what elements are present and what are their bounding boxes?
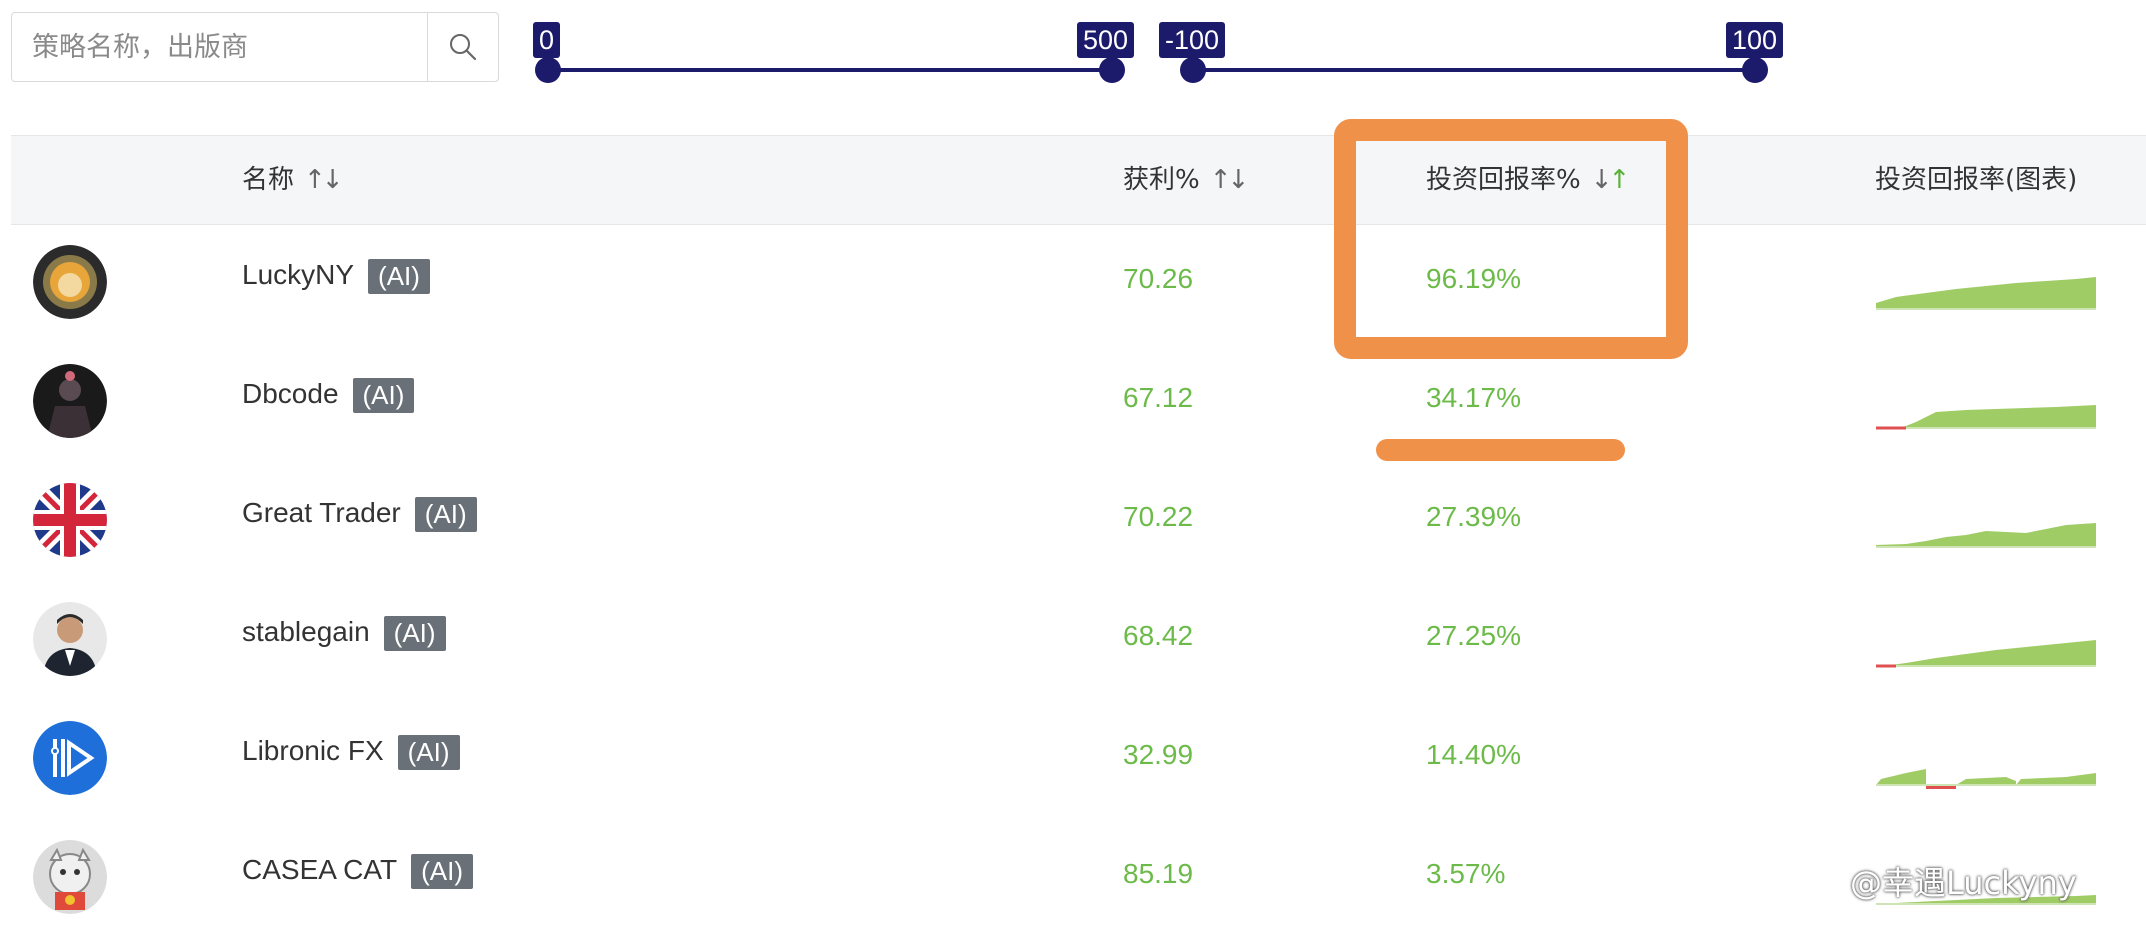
strategy-name[interactable]: Great Trader (AI) — [242, 497, 477, 533]
search-input[interactable] — [12, 13, 427, 81]
roi-value: 3.57% — [1426, 858, 1506, 889]
ai-badge: (AI) — [411, 854, 473, 890]
slider-min-label: -100 — [1159, 22, 1226, 58]
watermark-text: @幸遇Luckyny — [1850, 864, 2077, 902]
col-name[interactable]: 名称 ↑↓ — [242, 136, 344, 224]
roi-sparkline — [1876, 405, 2096, 430]
avatar — [33, 245, 107, 319]
table-header: 名称 ↑↓ 获利% ↑↓ 投资回报率% ↓↑ 投资回报率(图表) — [11, 135, 2146, 225]
roi-value: 27.25% — [1426, 620, 1521, 651]
ai-badge: (AI) — [352, 378, 415, 414]
col-roi[interactable]: 投资回报率% ↓↑ — [1426, 136, 1631, 224]
ai-badge: (AI) — [368, 259, 430, 295]
table-row[interactable]: CASEA CAT (AI) 85.19 3.57% — [11, 818, 2146, 937]
ai-badge: (AI) — [414, 497, 477, 533]
table-row[interactable]: Libronic FX (AI) 32.99 14.40% — [11, 699, 2146, 818]
roi-value: 96.19% — [1426, 263, 1521, 294]
roi-sparkline — [1876, 640, 2096, 668]
profit-value: 67.12 — [1123, 382, 1194, 413]
slider-min-label: 0 — [533, 22, 561, 58]
profit-value: 68.42 — [1123, 620, 1194, 651]
watermark: @幸遇Luckyny — [1850, 858, 2077, 904]
slider-track — [548, 68, 1112, 72]
avatar — [33, 840, 107, 914]
roi-sparkline — [1876, 277, 2096, 310]
roi-value: 27.39% — [1426, 501, 1521, 532]
strategy-name-text: stablegain — [242, 616, 370, 647]
roi-value: 14.40% — [1426, 739, 1521, 770]
table-row[interactable]: Great Trader (AI) 70.22 27.39% — [11, 461, 2146, 580]
table-row[interactable]: LuckyNY (AI) 70.26 96.19% — [11, 223, 2146, 342]
table-row[interactable]: Dbcode (AI) 67.12 34.17% — [11, 342, 2146, 461]
col-roi-label: 投资回报率% — [1426, 165, 1581, 195]
strategy-name-text: LuckyNY — [242, 259, 355, 290]
roi-sparkline — [1876, 523, 2096, 548]
slider-track — [1193, 68, 1755, 72]
col-profit-label: 获利% — [1123, 165, 1200, 195]
profit-value: 32.99 — [1123, 739, 1194, 770]
strategy-name[interactable]: CASEA CAT (AI) — [242, 854, 473, 890]
col-roi-chart: 投资回报率(图表) — [1875, 136, 2077, 224]
table-row[interactable]: stablegain (AI) 68.42 27.25% — [11, 580, 2146, 699]
strategy-name-text: Great Trader — [242, 497, 401, 528]
avatar — [33, 364, 107, 438]
strategy-name[interactable]: Libronic FX (AI) — [242, 735, 460, 771]
roi-value: 34.17% — [1426, 382, 1521, 413]
strategy-name[interactable]: LuckyNY (AI) — [242, 259, 430, 295]
search-box — [11, 12, 499, 82]
avatar — [33, 483, 107, 557]
slider-max-label: 500 — [1077, 22, 1135, 58]
profit-value: 70.26 — [1123, 263, 1194, 294]
strategy-name-text: Libronic FX — [242, 735, 384, 766]
strategy-name[interactable]: Dbcode (AI) — [242, 378, 415, 414]
search-icon — [450, 34, 477, 61]
profit-value: 70.22 — [1123, 501, 1194, 532]
avatar — [33, 602, 107, 676]
ai-badge: (AI) — [397, 735, 460, 771]
ai-badge: (AI) — [383, 616, 446, 652]
avatar — [33, 721, 107, 795]
slider-max-handle[interactable] — [1742, 57, 1768, 83]
roi-sparkline — [1876, 769, 2096, 789]
profit-value: 85.19 — [1123, 858, 1194, 889]
search-button[interactable] — [427, 13, 498, 81]
strategy-name-text: Dbcode — [242, 378, 339, 409]
sort-icon[interactable]: ↑↓ — [304, 165, 344, 195]
sort-desc-icon[interactable]: ↓↑ — [1591, 165, 1631, 195]
strategy-name[interactable]: stablegain (AI) — [242, 616, 446, 652]
col-profit[interactable]: 获利% ↑↓ — [1123, 136, 1250, 224]
sort-icon[interactable]: ↑↓ — [1210, 165, 1250, 195]
slider-min-handle[interactable] — [1180, 57, 1206, 83]
slider-max-label: 100 — [1726, 22, 1784, 58]
col-roi-chart-label: 投资回报率(图表) — [1875, 165, 2078, 195]
slider-max-handle[interactable] — [1099, 57, 1125, 83]
col-name-label: 名称 — [242, 165, 295, 195]
strategy-name-text: CASEA CAT — [242, 854, 398, 885]
slider-min-handle[interactable] — [535, 57, 561, 83]
